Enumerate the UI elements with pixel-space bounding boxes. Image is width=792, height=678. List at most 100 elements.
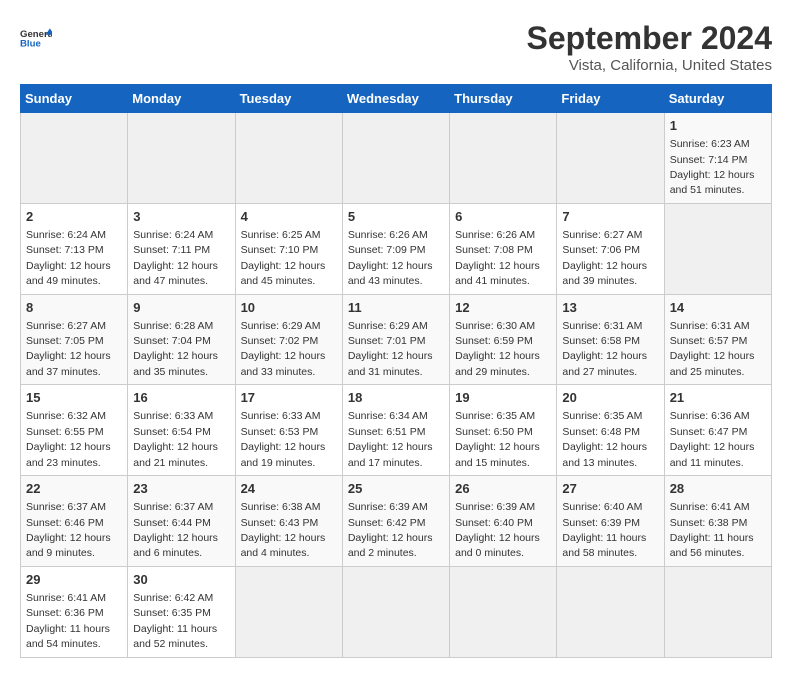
sunset-info: Sunset: 6:50 PM — [455, 426, 533, 438]
calendar-week-row: 1 Sunrise: 6:23 AM Sunset: 7:14 PM Dayli… — [21, 113, 772, 204]
day-number: 17 — [241, 389, 337, 407]
day-number: 21 — [670, 389, 766, 407]
sunset-info: Sunset: 7:14 PM — [670, 154, 748, 166]
sunset-info: Sunset: 7:02 PM — [241, 335, 319, 347]
sunrise-info: Sunrise: 6:35 AM — [455, 410, 535, 422]
calendar-cell: 2 Sunrise: 6:24 AM Sunset: 7:13 PM Dayli… — [21, 203, 128, 294]
calendar-cell: 12 Sunrise: 6:30 AM Sunset: 6:59 PM Dayl… — [450, 294, 557, 385]
daylight-info: Daylight: 12 hours and 41 minutes. — [455, 260, 540, 287]
sunset-info: Sunset: 6:59 PM — [455, 335, 533, 347]
sunrise-info: Sunrise: 6:42 AM — [133, 592, 213, 604]
logo-icon: General Blue — [20, 20, 52, 56]
sunset-info: Sunset: 7:09 PM — [348, 244, 426, 256]
sunset-info: Sunset: 7:06 PM — [562, 244, 640, 256]
calendar-cell — [557, 113, 664, 204]
day-number: 2 — [26, 208, 122, 226]
sunset-info: Sunset: 6:54 PM — [133, 426, 211, 438]
sunset-info: Sunset: 6:46 PM — [26, 517, 104, 529]
sunset-info: Sunset: 6:40 PM — [455, 517, 533, 529]
daylight-info: Daylight: 12 hours and 25 minutes. — [670, 350, 755, 377]
sunset-info: Sunset: 6:57 PM — [670, 335, 748, 347]
header-row: Sunday Monday Tuesday Wednesday Thursday… — [21, 85, 772, 113]
daylight-info: Daylight: 12 hours and 2 minutes. — [348, 532, 433, 559]
calendar-cell: 13 Sunrise: 6:31 AM Sunset: 6:58 PM Dayl… — [557, 294, 664, 385]
sunset-info: Sunset: 6:43 PM — [241, 517, 319, 529]
sunset-info: Sunset: 6:39 PM — [562, 517, 640, 529]
day-number: 10 — [241, 299, 337, 317]
sunrise-info: Sunrise: 6:25 AM — [241, 229, 321, 241]
calendar-cell: 17 Sunrise: 6:33 AM Sunset: 6:53 PM Dayl… — [235, 385, 342, 476]
calendar-cell: 1 Sunrise: 6:23 AM Sunset: 7:14 PM Dayli… — [664, 113, 771, 204]
day-number: 3 — [133, 208, 229, 226]
daylight-info: Daylight: 11 hours and 58 minutes. — [562, 532, 646, 559]
calendar-cell: 22 Sunrise: 6:37 AM Sunset: 6:46 PM Dayl… — [21, 476, 128, 567]
sunrise-info: Sunrise: 6:37 AM — [133, 501, 213, 513]
calendar-cell: 27 Sunrise: 6:40 AM Sunset: 6:39 PM Dayl… — [557, 476, 664, 567]
calendar-cell — [128, 113, 235, 204]
day-number: 11 — [348, 299, 444, 317]
calendar-cell: 19 Sunrise: 6:35 AM Sunset: 6:50 PM Dayl… — [450, 385, 557, 476]
daylight-info: Daylight: 12 hours and 17 minutes. — [348, 441, 433, 468]
col-sunday: Sunday — [21, 85, 128, 113]
col-monday: Monday — [128, 85, 235, 113]
calendar-cell — [342, 113, 449, 204]
sunrise-info: Sunrise: 6:35 AM — [562, 410, 642, 422]
calendar-table: Sunday Monday Tuesday Wednesday Thursday… — [20, 84, 772, 658]
calendar-cell: 24 Sunrise: 6:38 AM Sunset: 6:43 PM Dayl… — [235, 476, 342, 567]
sunset-info: Sunset: 6:48 PM — [562, 426, 640, 438]
calendar-cell: 5 Sunrise: 6:26 AM Sunset: 7:09 PM Dayli… — [342, 203, 449, 294]
day-number: 14 — [670, 299, 766, 317]
sunset-info: Sunset: 6:38 PM — [670, 517, 748, 529]
calendar-cell: 14 Sunrise: 6:31 AM Sunset: 6:57 PM Dayl… — [664, 294, 771, 385]
sunset-info: Sunset: 6:51 PM — [348, 426, 426, 438]
calendar-cell: 21 Sunrise: 6:36 AM Sunset: 6:47 PM Dayl… — [664, 385, 771, 476]
col-saturday: Saturday — [664, 85, 771, 113]
daylight-info: Daylight: 12 hours and 19 minutes. — [241, 441, 326, 468]
calendar-cell: 28 Sunrise: 6:41 AM Sunset: 6:38 PM Dayl… — [664, 476, 771, 567]
sunrise-info: Sunrise: 6:26 AM — [455, 229, 535, 241]
daylight-info: Daylight: 12 hours and 29 minutes. — [455, 350, 540, 377]
sunrise-info: Sunrise: 6:31 AM — [670, 320, 750, 332]
day-number: 20 — [562, 389, 658, 407]
sunrise-info: Sunrise: 6:30 AM — [455, 320, 535, 332]
calendar-cell: 7 Sunrise: 6:27 AM Sunset: 7:06 PM Dayli… — [557, 203, 664, 294]
daylight-info: Daylight: 12 hours and 15 minutes. — [455, 441, 540, 468]
daylight-info: Daylight: 11 hours and 54 minutes. — [26, 623, 110, 650]
day-number: 12 — [455, 299, 551, 317]
sunset-info: Sunset: 6:58 PM — [562, 335, 640, 347]
day-number: 28 — [670, 480, 766, 498]
sunrise-info: Sunrise: 6:24 AM — [133, 229, 213, 241]
daylight-info: Daylight: 12 hours and 23 minutes. — [26, 441, 111, 468]
daylight-info: Daylight: 12 hours and 11 minutes. — [670, 441, 755, 468]
calendar-cell — [664, 203, 771, 294]
daylight-info: Daylight: 12 hours and 49 minutes. — [26, 260, 111, 287]
calendar-cell: 18 Sunrise: 6:34 AM Sunset: 6:51 PM Dayl… — [342, 385, 449, 476]
sunrise-info: Sunrise: 6:27 AM — [562, 229, 642, 241]
sunrise-info: Sunrise: 6:40 AM — [562, 501, 642, 513]
sunrise-info: Sunrise: 6:32 AM — [26, 410, 106, 422]
title-area: September 2024 Vista, California, United… — [527, 20, 772, 74]
sunset-info: Sunset: 7:01 PM — [348, 335, 426, 347]
daylight-info: Daylight: 11 hours and 52 minutes. — [133, 623, 217, 650]
sunset-info: Sunset: 6:53 PM — [241, 426, 319, 438]
sunset-info: Sunset: 7:10 PM — [241, 244, 319, 256]
sunrise-info: Sunrise: 6:38 AM — [241, 501, 321, 513]
calendar-week-row: 22 Sunrise: 6:37 AM Sunset: 6:46 PM Dayl… — [21, 476, 772, 567]
sunrise-info: Sunrise: 6:27 AM — [26, 320, 106, 332]
calendar-cell: 26 Sunrise: 6:39 AM Sunset: 6:40 PM Dayl… — [450, 476, 557, 567]
day-number: 22 — [26, 480, 122, 498]
daylight-info: Daylight: 12 hours and 0 minutes. — [455, 532, 540, 559]
daylight-info: Daylight: 12 hours and 13 minutes. — [562, 441, 647, 468]
logo: General Blue — [20, 20, 52, 56]
day-number: 18 — [348, 389, 444, 407]
day-number: 6 — [455, 208, 551, 226]
calendar-cell — [235, 113, 342, 204]
daylight-info: Daylight: 12 hours and 27 minutes. — [562, 350, 647, 377]
sunrise-info: Sunrise: 6:33 AM — [241, 410, 321, 422]
col-thursday: Thursday — [450, 85, 557, 113]
sunset-info: Sunset: 6:44 PM — [133, 517, 211, 529]
day-number: 23 — [133, 480, 229, 498]
day-number: 16 — [133, 389, 229, 407]
sunset-info: Sunset: 7:11 PM — [133, 244, 210, 256]
sunrise-info: Sunrise: 6:33 AM — [133, 410, 213, 422]
